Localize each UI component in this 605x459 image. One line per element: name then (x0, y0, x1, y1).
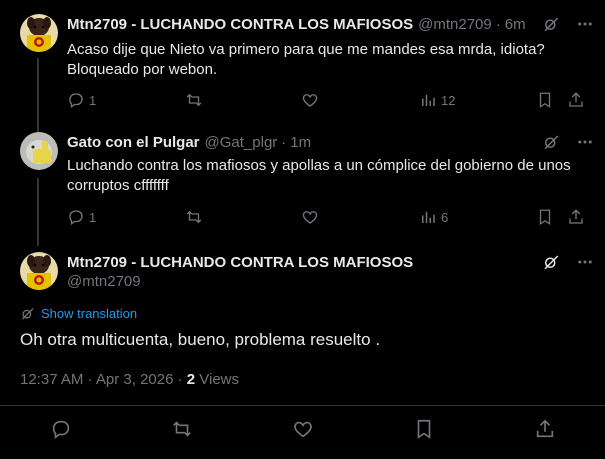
bookmark-button[interactable] (413, 418, 435, 445)
grok-icon[interactable] (541, 252, 561, 272)
reply-icon (69, 93, 83, 109)
retweet-button[interactable] (185, 208, 203, 226)
bookmark-button[interactable] (536, 208, 554, 226)
views-count: 2 (186, 371, 196, 388)
reply-button[interactable]: 1 (67, 91, 96, 109)
share-button[interactable] (567, 208, 585, 226)
main-tweet-actions (0, 418, 605, 444)
main-timestamp[interactable]: 12:37 AM · Apr 3, 2026 · (20, 371, 187, 388)
like-button[interactable] (301, 91, 319, 109)
tweet-text: Luchando contra los mafiosos y apollas a… (67, 156, 585, 196)
views-button[interactable]: 12 (419, 91, 455, 109)
views-label: Views (195, 371, 240, 388)
tweet-text-line: corruptos cfffffff (67, 177, 169, 194)
retweet-button[interactable] (185, 91, 203, 109)
avatar[interactable] (20, 132, 58, 170)
reply-button[interactable]: 1 (67, 208, 96, 226)
grok-icon (22, 308, 34, 320)
heart-icon (293, 421, 312, 437)
retweet-icon (172, 420, 191, 437)
author-handle[interactable]: @Gat_plgr (205, 134, 278, 151)
tweet[interactable]: Mtn2709 - LUCHANDO CONTRA LOS MAFIOSOS @… (0, 14, 605, 114)
separator-dot: · (495, 15, 501, 33)
author-name[interactable]: Gato con el Pulgar (67, 134, 200, 151)
views-count: 6 (441, 209, 449, 225)
tweet-text-line: Bloqueado por webon. (67, 61, 218, 78)
share-icon (569, 209, 583, 224)
main-tweet-text: Oh otra multicuenta, bueno, problema res… (20, 330, 381, 349)
grok-icon[interactable] (541, 14, 561, 34)
retweet-button[interactable] (171, 418, 193, 445)
share-icon (569, 92, 583, 107)
avatar[interactable] (20, 14, 58, 52)
like-button[interactable] (301, 208, 319, 226)
tweet-header: Mtn2709 - LUCHANDO CONTRA LOS MAFIOSOS @… (67, 14, 595, 34)
reply-icon (69, 210, 83, 226)
tweet-meta: 12:37 AM · Apr 3, 2026 · 2 Views (20, 371, 239, 388)
tweet-text-line: Acaso dije que Nieto va primero para que… (67, 41, 545, 58)
reply-count: 1 (89, 209, 97, 225)
timestamp[interactable]: 6m (505, 16, 526, 33)
share-button[interactable] (567, 91, 585, 109)
more-icon[interactable] (575, 252, 595, 272)
divider (0, 405, 605, 406)
views-count: 12 (441, 92, 456, 108)
share-icon (536, 419, 553, 437)
retweet-icon (186, 93, 202, 107)
bookmark-icon (539, 92, 551, 109)
like-button[interactable] (292, 418, 314, 445)
reply-count: 1 (89, 92, 97, 108)
tweet-text: Acaso dije que Nieto va primero para que… (67, 40, 585, 80)
bookmark-icon (417, 419, 430, 439)
analytics-icon (422, 94, 435, 106)
author-handle[interactable]: @mtn2709 (418, 16, 492, 33)
views-button[interactable]: 6 (419, 208, 448, 226)
tweet-actions: 1 6 (60, 206, 595, 228)
more-icon[interactable] (575, 14, 595, 34)
heart-icon (302, 94, 318, 107)
reply-icon (52, 420, 69, 439)
show-translation-label: Show translation (41, 306, 138, 321)
separator-dot: · (281, 133, 287, 151)
author-name[interactable]: Mtn2709 - LUCHANDO CONTRA LOS MAFIOSOS (67, 254, 413, 271)
show-translation-link[interactable]: Show translation (20, 306, 137, 321)
tweet-actions: 1 12 (60, 89, 595, 111)
main-tweet-header: Mtn2709 - LUCHANDO CONTRA LOS MAFIOSOS @… (67, 252, 595, 290)
tweet-text-line: Luchando contra los mafiosos y apollas a… (67, 157, 571, 174)
grok-icon[interactable] (541, 132, 561, 152)
bookmark-icon (539, 209, 551, 226)
bookmark-button[interactable] (536, 91, 554, 109)
tweet[interactable]: Gato con el Pulgar @Gat_plgr · 1m Luchan… (0, 132, 605, 232)
share-button[interactable] (534, 418, 556, 445)
reply-button[interactable] (50, 418, 72, 445)
retweet-icon (186, 210, 202, 224)
author-name[interactable]: Mtn2709 - LUCHANDO CONTRA LOS MAFIOSOS (67, 16, 413, 33)
avatar[interactable] (20, 252, 58, 290)
analytics-icon (422, 211, 435, 223)
more-icon[interactable] (575, 132, 595, 152)
heart-icon (302, 211, 318, 224)
tweet-header: Gato con el Pulgar @Gat_plgr · 1m (67, 132, 595, 152)
author-handle[interactable]: @mtn2709 (67, 273, 595, 290)
timestamp[interactable]: 1m (290, 134, 311, 151)
